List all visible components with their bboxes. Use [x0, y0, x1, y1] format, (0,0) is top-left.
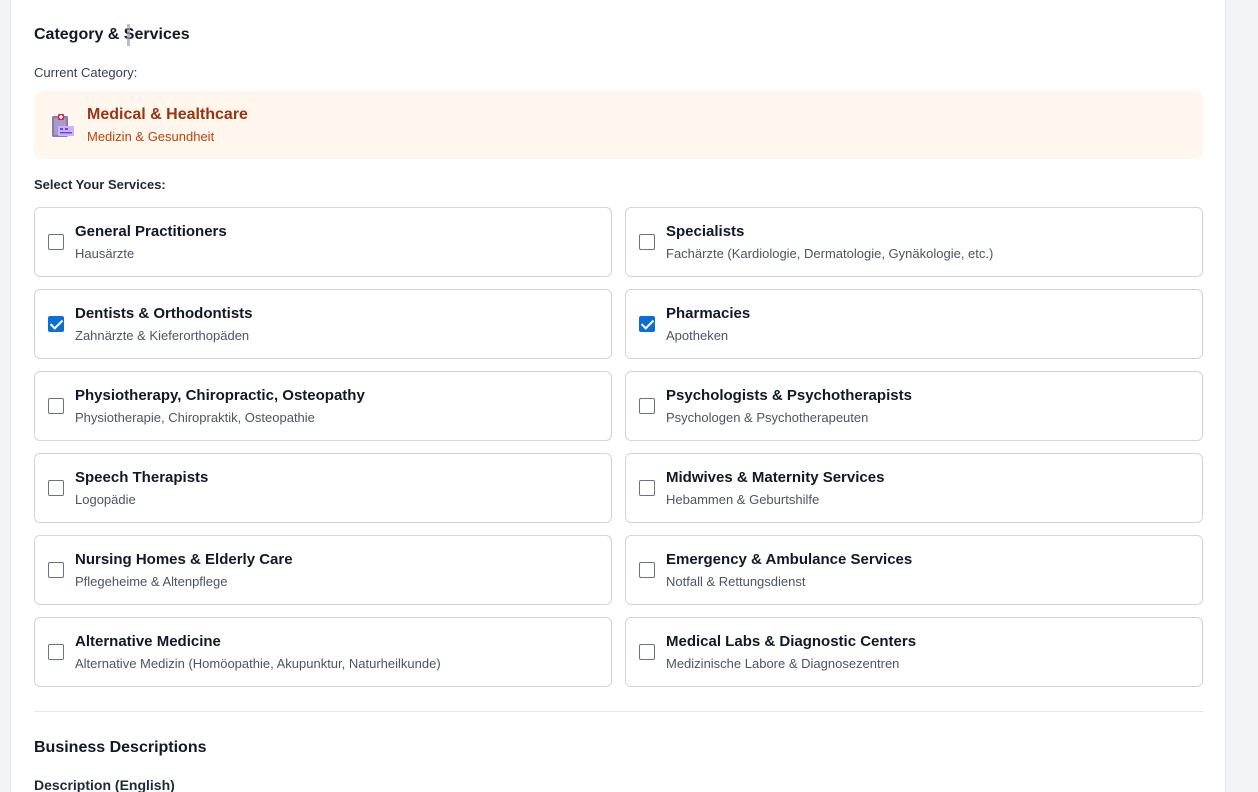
service-title: Specialists — [666, 223, 745, 240]
service-title: Midwives & Maternity Services — [666, 469, 885, 486]
service-title: Psychologists & Psychotherapists — [666, 387, 912, 404]
service-subtitle: Psychologen & Psychotherapeuten — [666, 410, 869, 425]
hospital-icon — [52, 114, 74, 137]
service-checkbox[interactable] — [48, 398, 64, 414]
service-subtitle: Zahnärzte & Kieferorthopäden — [75, 328, 250, 343]
service-subtitle: Hausärzte — [75, 246, 135, 261]
service-title: Medical Labs & Diagnostic Centers — [666, 633, 917, 650]
service-checkbox[interactable] — [639, 234, 655, 250]
service-option-psychologists[interactable]: Psychologists & Psychotherapists Psychol… — [625, 371, 1203, 441]
select-services-label: Select Your Services: — [34, 177, 166, 192]
service-option-speech-therapists[interactable]: Speech Therapists Logopädie — [34, 453, 612, 523]
service-subtitle: Medizinische Labore & Diagnosezentren — [666, 656, 900, 671]
service-title: Speech Therapists — [75, 469, 209, 486]
service-checkbox[interactable] — [639, 316, 655, 332]
service-title: Nursing Homes & Elderly Care — [75, 551, 293, 568]
category-name-de: Medizin & Gesundheit — [87, 129, 215, 144]
service-subtitle: Physiotherapie, Chiropraktik, Osteopathi… — [75, 410, 315, 425]
service-title: Alternative Medicine — [75, 633, 221, 650]
service-checkbox[interactable] — [48, 644, 64, 660]
service-title: Dentists & Orthodontists — [75, 305, 253, 322]
service-checkbox[interactable] — [639, 644, 655, 660]
service-option-pharmacies[interactable]: Pharmacies Apotheken — [625, 289, 1203, 359]
service-title: Emergency & Ambulance Services — [666, 551, 913, 568]
service-option-general-practitioners[interactable]: General Practitioners Hausärzte — [34, 207, 612, 277]
section-title-category-services: Category & Services — [34, 26, 190, 43]
service-option-nursing-homes[interactable]: Nursing Homes & Elderly Care Pflegeheime… — [34, 535, 612, 605]
service-subtitle: Fachärzte (Kardiologie, Dermatologie, Gy… — [666, 246, 994, 261]
section-title-business-descriptions: Business Descriptions — [34, 739, 207, 756]
service-checkbox[interactable] — [48, 562, 64, 578]
service-subtitle: Notfall & Rettungsdienst — [666, 574, 806, 589]
service-option-dentists[interactable]: Dentists & Orthodontists Zahnärzte & Kie… — [34, 289, 612, 359]
current-category-box: Medical & Healthcare Medizin & Gesundhei… — [34, 91, 1203, 159]
current-category-label: Current Category: — [34, 65, 138, 80]
service-subtitle: Logopädie — [75, 492, 136, 507]
service-checkbox[interactable] — [639, 480, 655, 496]
service-checkbox[interactable] — [48, 234, 64, 250]
service-option-medical-labs[interactable]: Medical Labs & Diagnostic Centers Medizi… — [625, 617, 1203, 687]
section-divider — [34, 711, 1203, 712]
service-title: Physiotherapy, Chiropractic, Osteopathy — [75, 387, 365, 404]
service-checkbox[interactable] — [48, 316, 64, 332]
service-subtitle: Hebammen & Geburtshilfe — [666, 492, 820, 507]
service-subtitle: Pflegeheime & Altenpflege — [75, 574, 228, 589]
service-option-specialists[interactable]: Specialists Fachärzte (Kardiologie, Derm… — [625, 207, 1203, 277]
service-title: Pharmacies — [666, 305, 751, 322]
services-grid: General Practitioners Hausärzte Speciali… — [34, 207, 1203, 687]
service-option-midwives[interactable]: Midwives & Maternity Services Hebammen &… — [625, 453, 1203, 523]
category-name-en: Medical & Healthcare — [87, 106, 248, 123]
service-option-alternative-medicine[interactable]: Alternative Medicine Alternative Medizin… — [34, 617, 612, 687]
service-subtitle: Alternative Medizin (Homöopathie, Akupun… — [75, 656, 441, 671]
description-english-label: Description (English) — [34, 777, 175, 792]
service-checkbox[interactable] — [639, 562, 655, 578]
service-title: General Practitioners — [75, 223, 227, 240]
text-cursor — [127, 24, 130, 46]
service-subtitle: Apotheken — [666, 328, 729, 343]
service-checkbox[interactable] — [48, 480, 64, 496]
form-card: Category & Services Current Category: Me… — [10, 0, 1226, 792]
service-option-emergency[interactable]: Emergency & Ambulance Services Notfall &… — [625, 535, 1203, 605]
service-option-physiotherapy[interactable]: Physiotherapy, Chiropractic, Osteopathy … — [34, 371, 612, 441]
service-checkbox[interactable] — [639, 398, 655, 414]
